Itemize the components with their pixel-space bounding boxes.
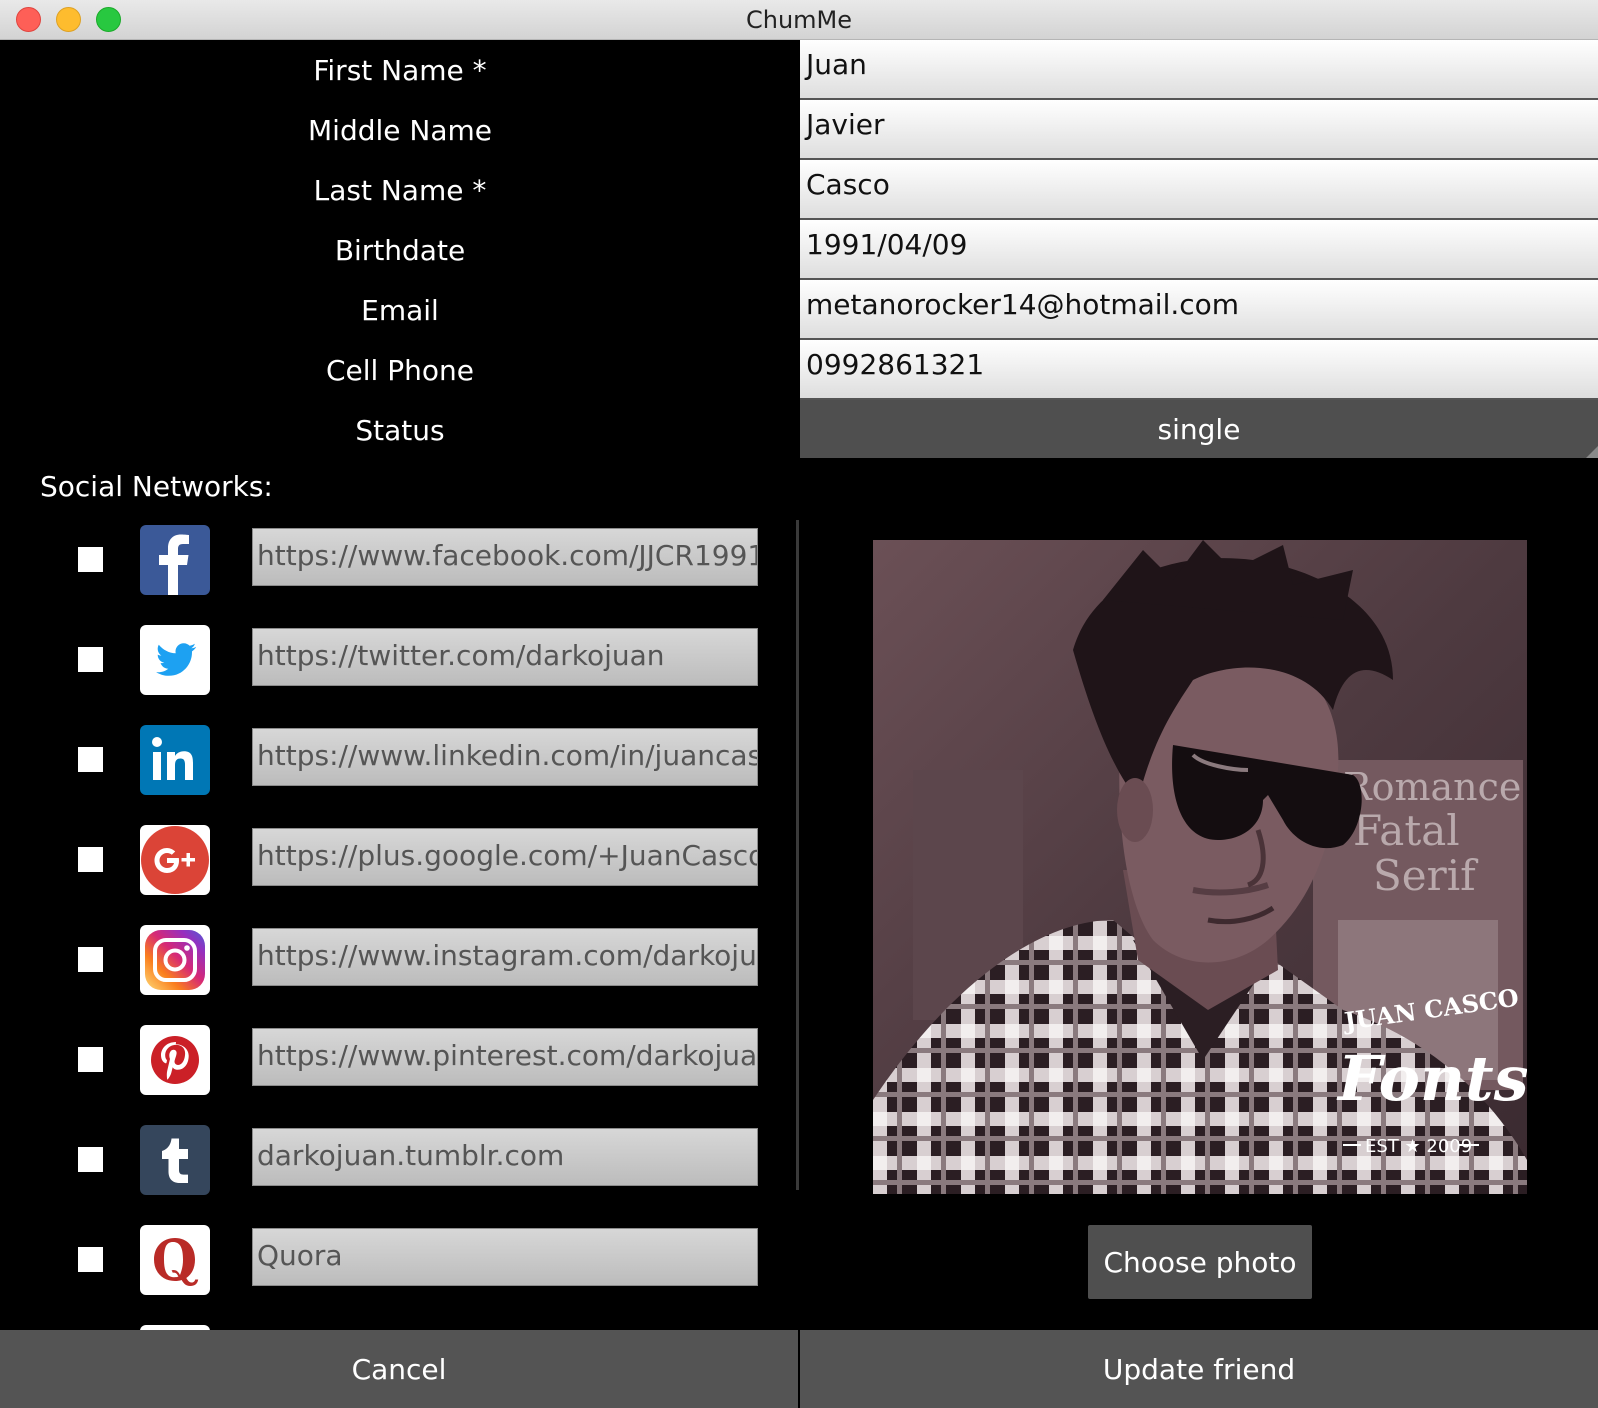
watermark-line2: Fonts (1336, 1042, 1527, 1115)
watermark-line3: EST ★ 2009 (1365, 1136, 1472, 1157)
twitter-icon (140, 625, 210, 695)
tumblr-checkbox[interactable] (78, 1147, 103, 1172)
middle-name-input[interactable]: Javier (800, 100, 1598, 160)
birthdate-label: Birthdate (334, 233, 466, 267)
first-name-label: First Name * (313, 53, 487, 87)
instagram-icon (140, 925, 210, 995)
cell-phone-label: Cell Phone (326, 353, 474, 387)
social-list-scrollbar[interactable] (796, 520, 799, 1190)
birthdate-input[interactable]: 1991/04/09 (800, 220, 1598, 280)
cancel-button[interactable]: Cancel (0, 1330, 798, 1408)
window-title: ChumMe (745, 6, 853, 34)
facebook-checkbox[interactable] (78, 547, 103, 572)
instagram-checkbox[interactable] (78, 947, 103, 972)
social-row-linkedin: https://www.linkedin.com/in/juancasco (0, 720, 780, 800)
social-row-instagram: https://www.instagram.com/darkojuan (0, 920, 780, 1000)
tumblr-url-input[interactable]: darkojuan.tumblr.com (252, 1128, 758, 1186)
pinterest-checkbox[interactable] (78, 1047, 103, 1072)
google-plus-url-input[interactable]: https://plus.google.com/+JuanCasco (252, 828, 758, 886)
last-name-input[interactable]: Casco (800, 160, 1598, 220)
linkedin-checkbox[interactable] (78, 747, 103, 772)
status-label: Status (355, 413, 445, 447)
tumblr-icon (140, 1125, 210, 1195)
first-name-input[interactable]: Juan (800, 40, 1598, 100)
friend-photo: Romance Fatal Serif JUAN CASCO Fonts EST… (873, 540, 1527, 1194)
cell-phone-input[interactable]: 0992861321 (800, 340, 1598, 400)
update-friend-button[interactable]: Update friend (800, 1330, 1598, 1408)
facebook-url-input[interactable]: https://www.facebook.com/JJCR1991 (252, 528, 758, 586)
social-row-quora: Quora (0, 1220, 780, 1300)
social-networks-heading: Social Networks: (40, 470, 273, 503)
facebook-icon (140, 525, 210, 595)
twitter-checkbox[interactable] (78, 647, 103, 672)
quora-icon (140, 1225, 210, 1295)
svg-text:Fatal: Fatal (1353, 806, 1460, 855)
twitter-url-input[interactable]: https://twitter.com/darkojuan (252, 628, 758, 686)
instagram-url-input[interactable]: https://www.instagram.com/darkojuan (252, 928, 758, 986)
svg-text:Serif: Serif (1373, 851, 1479, 900)
status-select[interactable]: single (800, 400, 1598, 458)
choose-photo-button[interactable]: Choose photo (1088, 1225, 1312, 1299)
social-row-pinterest: https://www.pinterest.com/darkojuan (0, 1020, 780, 1100)
google-plus-checkbox[interactable] (78, 847, 103, 872)
google-plus-icon (140, 825, 210, 895)
poster-text: Romance (1343, 765, 1521, 809)
social-row-tumblr: darkojuan.tumblr.com (0, 1120, 780, 1200)
pinterest-url-input[interactable]: https://www.pinterest.com/darkojuan (252, 1028, 758, 1086)
email-input[interactable]: metanorocker14@hotmail.com (800, 280, 1598, 340)
linkedin-icon (140, 725, 210, 795)
pinterest-icon (140, 1025, 210, 1095)
social-row-twitter: https://twitter.com/darkojuan (0, 620, 780, 700)
title-bar: ChumMe (0, 0, 1598, 40)
middle-name-label: Middle Name (308, 113, 492, 147)
quora-checkbox[interactable] (78, 1247, 103, 1272)
status-select-value: single (1157, 412, 1241, 446)
quora-input-placeholder: Quora (257, 1239, 343, 1272)
quora-url-input[interactable]: Quora (252, 1228, 758, 1286)
social-row-facebook: https://www.facebook.com/JJCR1991 (0, 520, 780, 600)
last-name-label: Last Name * (313, 173, 487, 207)
social-row-google-plus: https://plus.google.com/+JuanCasco (0, 820, 780, 900)
linkedin-url-input[interactable]: https://www.linkedin.com/in/juancasco (252, 728, 758, 786)
dropdown-corner-icon (1586, 446, 1598, 458)
email-label: Email (361, 293, 439, 327)
